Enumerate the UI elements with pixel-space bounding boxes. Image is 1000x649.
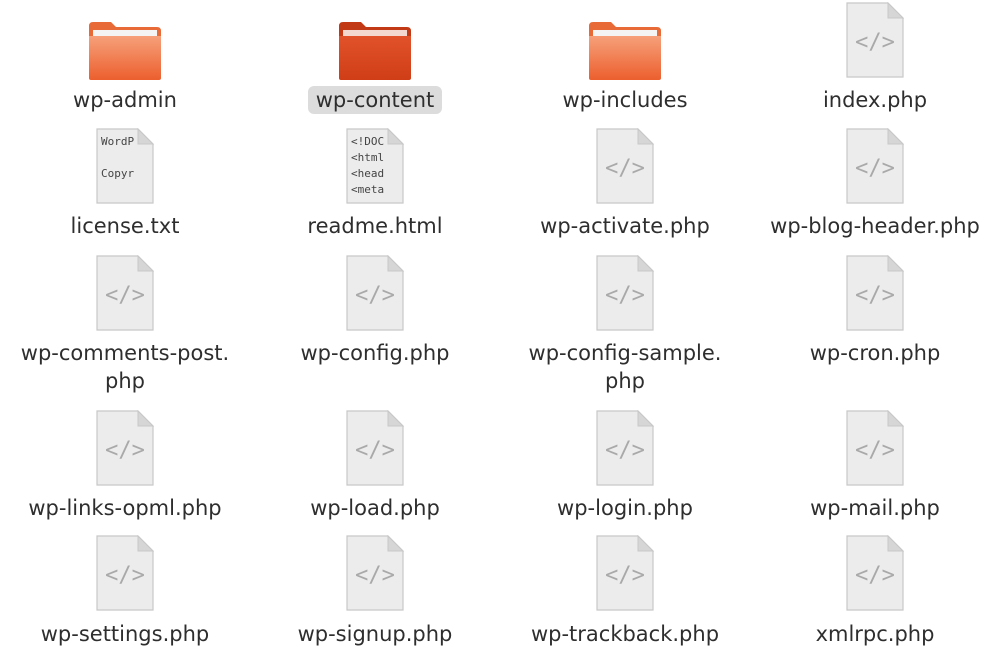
file-item[interactable]: </> wp-mail.php: [750, 0, 1000, 649]
file-item[interactable]: </> wp-trackback.php: [500, 0, 750, 649]
file-name-label: wp-links-opml.php: [28, 496, 222, 520]
file-name-label: wp-cron.php: [809, 341, 941, 365]
svg-text:</>: </>: [855, 30, 895, 55]
file-name-label: wp-load.php: [310, 496, 440, 520]
svg-text:</>: </>: [105, 283, 145, 308]
file-item[interactable]: </> wp-signup.php: [250, 0, 500, 649]
svg-text:</>: </>: [855, 563, 895, 588]
svg-text:</>: </>: [855, 438, 895, 463]
file-item[interactable]: </> wp-blog-header.php: [750, 0, 1000, 649]
svg-text:</>: </>: [355, 283, 395, 308]
file-item[interactable]: </> wp-login.php: [500, 0, 750, 649]
php-file-icon: </>: [0, 535, 250, 615]
svg-text:</>: </>: [855, 156, 895, 181]
file-name-label: wp-includes: [562, 88, 688, 112]
file-name-label: readme.html: [307, 214, 443, 238]
html-file-icon: <!DOC <html <head <meta: [250, 128, 500, 208]
file-name-label: wp-comments-post. php: [20, 341, 230, 393]
file-item[interactable]: </> wp-config-sample. php: [500, 0, 750, 649]
file-name-label: wp-content: [250, 86, 500, 114]
file-item[interactable]: <!DOC <html <head <meta readme.html: [250, 0, 500, 649]
svg-text:WordP: WordP: [101, 135, 134, 148]
folder-icon: [500, 2, 750, 82]
php-file-icon: </>: [0, 410, 250, 490]
file-name-label: wp-signup.php: [297, 622, 453, 646]
file-item[interactable]: </> wp-settings.php: [0, 0, 250, 649]
php-file-icon: </>: [500, 410, 750, 490]
file-name-label: wp-blog-header.php: [770, 214, 980, 238]
php-file-icon: </>: [750, 410, 1000, 490]
file-item[interactable]: </> wp-comments-post. php: [0, 0, 250, 649]
file-item[interactable]: WordP Copyr license.txt: [0, 0, 250, 649]
file-item[interactable]: </> wp-config.php: [250, 0, 500, 649]
file-item[interactable]: </> wp-links-opml.php: [0, 0, 250, 649]
file-name-label: wp-config.php: [300, 341, 450, 365]
svg-text:</>: </>: [355, 438, 395, 463]
svg-text:</>: </>: [605, 438, 645, 463]
php-file-icon: </>: [750, 255, 1000, 335]
php-file-icon: </>: [0, 255, 250, 335]
file-item[interactable]: wp-includes: [500, 0, 750, 649]
php-file-icon: </>: [500, 535, 750, 615]
file-item[interactable]: </> wp-load.php: [250, 0, 500, 649]
file-name-label: wp-mail.php: [810, 496, 940, 520]
php-file-icon: </>: [750, 2, 1000, 82]
php-file-icon: </>: [250, 255, 500, 335]
file-grid: wp-admin wp-content wp-includes </> index.ph…: [0, 0, 1000, 649]
svg-text:Copyr: Copyr: [101, 167, 134, 180]
svg-text:</>: </>: [105, 438, 145, 463]
file-item[interactable]: </> wp-cron.php: [750, 0, 1000, 649]
svg-text:</>: </>: [105, 563, 145, 588]
svg-text:</>: </>: [605, 563, 645, 588]
php-file-icon: </>: [750, 535, 1000, 615]
file-item[interactable]: </> xmlrpc.php: [750, 0, 1000, 649]
file-name-label: index.php: [822, 88, 928, 112]
folder-icon: [250, 2, 500, 82]
php-file-icon: </>: [250, 535, 500, 615]
svg-text:<!DOC: <!DOC: [351, 135, 384, 148]
file-item[interactable]: </> wp-activate.php: [500, 0, 750, 649]
file-name-label: wp-settings.php: [40, 622, 210, 646]
file-name-label: license.txt: [70, 214, 180, 238]
php-file-icon: </>: [500, 255, 750, 335]
svg-text:</>: </>: [605, 156, 645, 181]
php-file-icon: </>: [250, 410, 500, 490]
file-name-label: xmlrpc.php: [815, 622, 935, 646]
file-name-label: wp-login.php: [557, 496, 693, 520]
php-file-icon: </>: [500, 128, 750, 208]
file-name-label: wp-config-sample. php: [528, 341, 722, 393]
php-file-icon: </>: [750, 128, 1000, 208]
svg-text:<head: <head: [351, 167, 384, 180]
svg-text:</>: </>: [355, 563, 395, 588]
svg-text:</>: </>: [855, 283, 895, 308]
file-item[interactable]: wp-content: [250, 0, 500, 649]
text-file-icon: WordP Copyr: [0, 128, 250, 208]
svg-text:<html: <html: [351, 151, 384, 164]
svg-text:</>: </>: [605, 283, 645, 308]
folder-icon: [0, 2, 250, 82]
svg-text:<meta: <meta: [351, 183, 384, 196]
file-name-label: wp-trackback.php: [530, 622, 720, 646]
file-name-label: wp-activate.php: [540, 214, 710, 238]
file-name-label: wp-admin: [73, 88, 177, 112]
file-item[interactable]: </> index.php: [750, 0, 1000, 649]
file-item[interactable]: wp-admin: [0, 0, 250, 649]
